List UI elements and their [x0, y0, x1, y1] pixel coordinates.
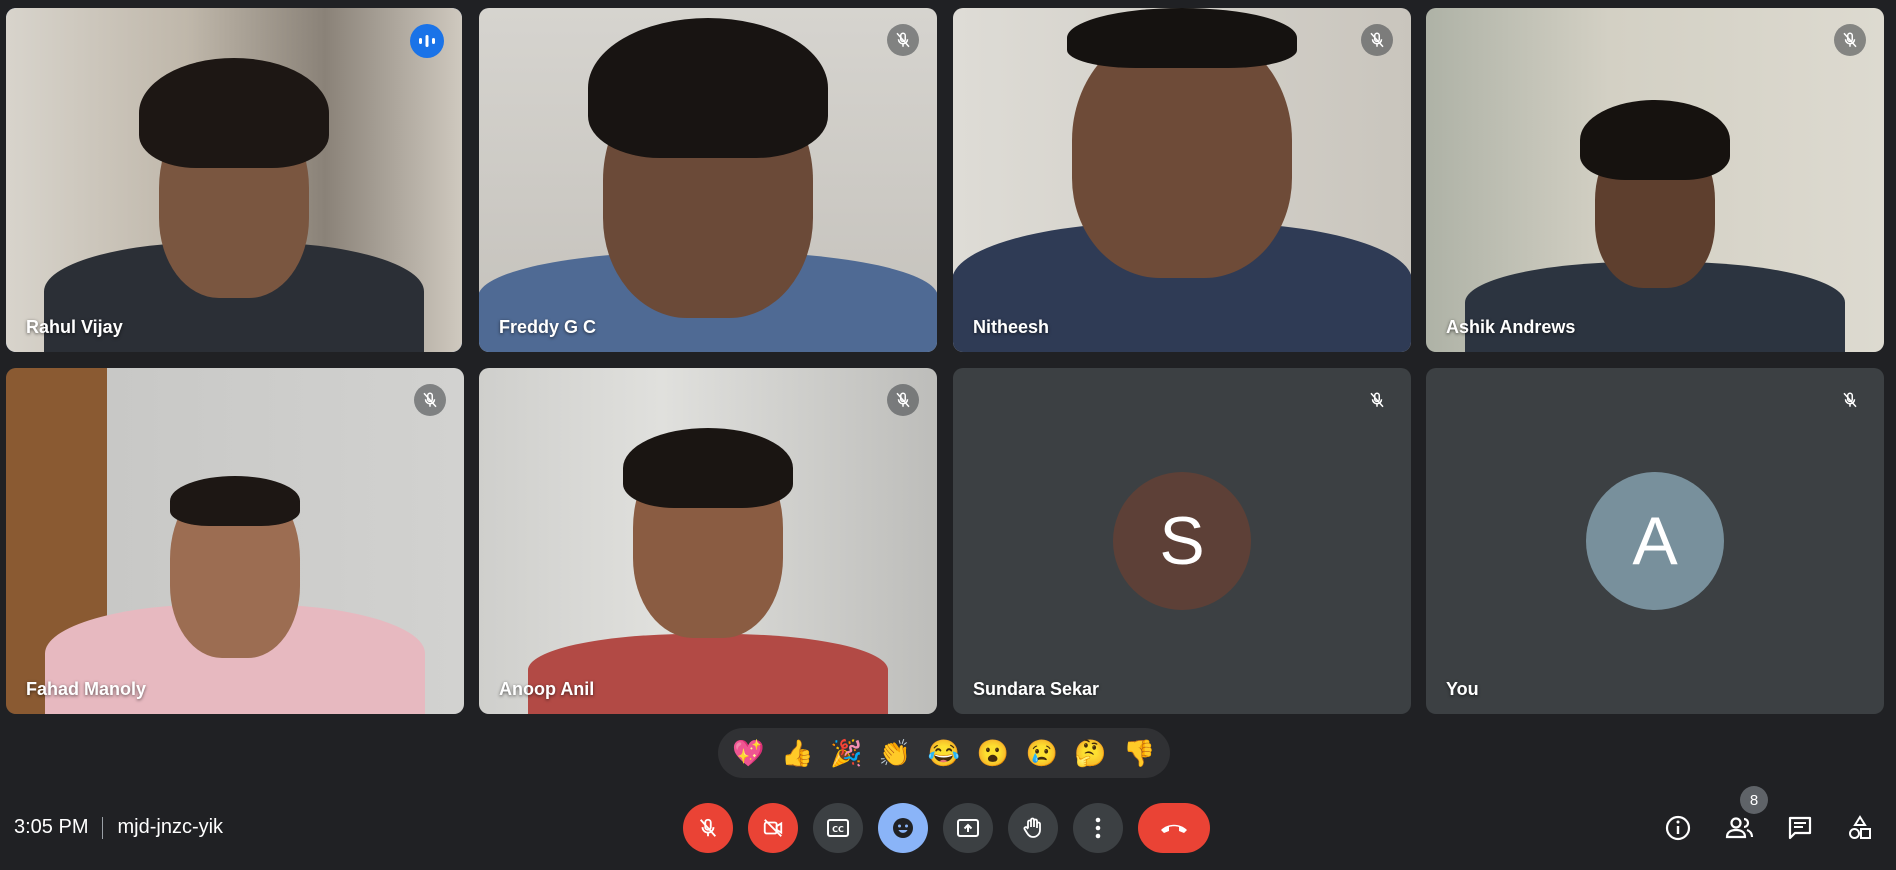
chat-icon [1788, 816, 1812, 840]
chat-button[interactable] [1782, 810, 1818, 846]
mic-off-icon [887, 384, 919, 416]
activities-icon [1849, 815, 1871, 839]
participant-video [1426, 8, 1884, 352]
info-icon [1665, 815, 1691, 841]
participant-video [6, 8, 462, 352]
people-icon [1725, 817, 1754, 839]
participant-tile-anoop-anil[interactable]: Anoop Anil [479, 368, 937, 714]
mic-off-icon [1361, 24, 1393, 56]
present-icon [957, 819, 979, 837]
participant-name: Nitheesh [973, 317, 1050, 337]
mic-off-icon [699, 818, 717, 837]
meeting-info: 3:05 PM mjd-jnzc-yik [14, 816, 223, 839]
participant-name: Fahad Manoly [26, 679, 147, 699]
party-popper-icon[interactable]: 🎉 [830, 740, 862, 766]
mic-off-icon [1834, 24, 1866, 56]
mic-off-icon [1361, 384, 1393, 416]
thumbs-up-icon[interactable]: 👍 [781, 740, 813, 766]
mic-off-icon [414, 384, 446, 416]
participant-tile-sundara-sekar[interactable]: S Sundara Sekar [953, 368, 1411, 714]
mic-off-icon [1834, 384, 1866, 416]
more-vert-icon [1095, 817, 1101, 839]
raise-hand-button[interactable] [1008, 803, 1058, 853]
participant-video [479, 8, 937, 352]
participant-name: Rahul Vijay [26, 317, 123, 337]
participant-tile-fahad-manoly[interactable]: Fahad Manoly [6, 368, 464, 714]
hand-icon [1023, 817, 1041, 838]
avatar: A [1586, 472, 1724, 610]
closed-captions-icon: CC [827, 819, 849, 837]
participant-tile-you[interactable]: A You [1426, 368, 1884, 714]
thinking-face-icon[interactable]: 🤔 [1074, 740, 1106, 766]
mic-toggle-button[interactable] [683, 803, 733, 853]
meeting-time: 3:05 PM [14, 816, 89, 838]
speaking-indicator-icon [410, 24, 444, 58]
thumbs-down-icon[interactable]: 👎 [1123, 740, 1155, 766]
camera-off-icon [763, 819, 783, 837]
captions-button[interactable]: CC [813, 803, 863, 853]
participant-name: You [1446, 679, 1479, 699]
hang-up-icon [1161, 824, 1187, 833]
activities-button[interactable] [1842, 810, 1878, 846]
participant-tile-ashik-andrews[interactable]: Ashik Andrews [1426, 8, 1884, 352]
participant-tile-nitheesh[interactable]: Nitheesh [953, 8, 1411, 352]
divider [102, 816, 104, 839]
meeting-details-button[interactable] [1660, 810, 1696, 846]
present-screen-button[interactable] [943, 803, 993, 853]
participant-name: Sundara Sekar [973, 679, 1100, 699]
reactions-button[interactable] [878, 803, 928, 853]
camera-toggle-button[interactable] [748, 803, 798, 853]
crying-face-icon[interactable]: 😢 [1026, 740, 1058, 766]
people-button[interactable] [1722, 810, 1758, 846]
mic-off-icon [887, 24, 919, 56]
participant-video [6, 368, 464, 714]
participant-name: Freddy G C [499, 317, 597, 337]
participant-tile-freddy-g-c[interactable]: Freddy G C [479, 8, 937, 352]
sparkling-heart-icon[interactable]: 💖 [732, 740, 764, 766]
leave-call-button[interactable] [1138, 803, 1210, 853]
clapping-hands-icon[interactable]: 👏 [879, 740, 911, 766]
meeting-code: mjd-jnzc-yik [117, 816, 224, 838]
more-options-button[interactable] [1073, 803, 1123, 853]
reactions-bar: 💖 👍 🎉 👏 😂 😮 😢 🤔 👎 [718, 728, 1170, 778]
tears-of-joy-icon[interactable]: 😂 [928, 740, 960, 766]
participant-name: Ashik Andrews [1446, 317, 1576, 337]
participant-tile-rahul-vijay[interactable]: Rahul Vijay [6, 8, 462, 352]
participant-video [479, 368, 937, 714]
smiley-icon [893, 818, 913, 838]
avatar: S [1113, 472, 1251, 610]
svg-text:CC: CC [832, 825, 844, 834]
participant-video [953, 8, 1411, 352]
participant-name: Anoop Anil [499, 679, 595, 699]
surprised-face-icon[interactable]: 😮 [977, 740, 1009, 766]
